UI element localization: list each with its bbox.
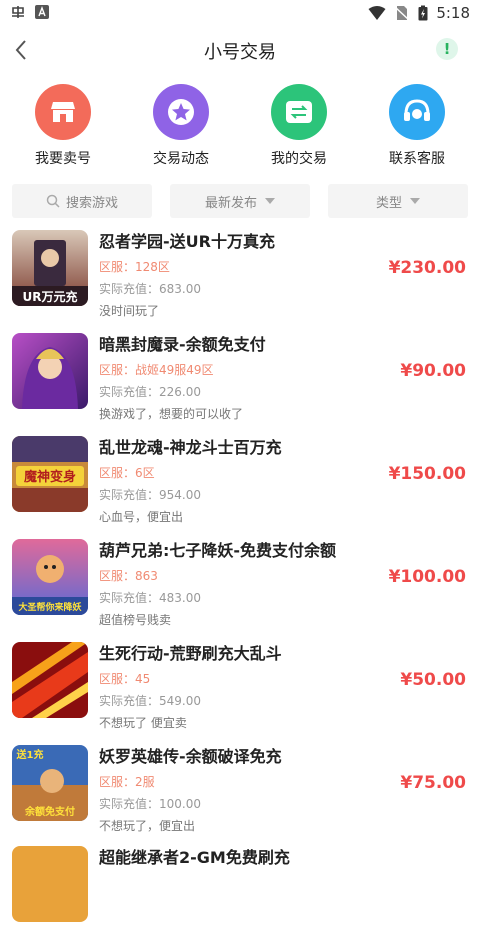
listing-title: 葫芦兄弟:七子降妖-免费支付余额 — [99, 541, 337, 560]
type-dropdown[interactable]: 类型 — [328, 184, 468, 218]
listing-note: 超值榜号贱卖 — [99, 613, 172, 627]
search-placeholder: 搜索游戏 — [65, 195, 118, 211]
notice-icon[interactable]: ! — [436, 38, 458, 60]
listing-title: 忍者学园-送UR十万真充 — [99, 232, 275, 251]
thumb-caption: 魔神变身 — [24, 469, 76, 485]
listing-recharge: 实际充值：226.00 — [99, 385, 201, 399]
listing-price: ¥100.00 — [388, 567, 466, 587]
thumb-caption: 送1充 — [16, 748, 44, 761]
listing-item[interactable]: 超能继承者2-GM免费刷充 — [0, 840, 480, 942]
game-thumbnail: 送1充余额免支付 — [12, 745, 88, 821]
listing-note: 没时间玩了 — [99, 304, 160, 318]
listing-title: 暗黑封魔录-余额免支付 — [99, 335, 266, 354]
listing-price: ¥75.00 — [400, 773, 466, 793]
listing-title: 妖罗英雄传-余额破译免充 — [99, 747, 282, 766]
listing-price: ¥230.00 — [388, 258, 466, 278]
listing-title: 生死行动-荒野刷充大乱斗 — [99, 644, 282, 663]
listing-server: 区服：128区 — [99, 260, 170, 274]
status-bar: 5:18 — [0, 0, 480, 28]
quick-action-label: 我的交易 — [271, 151, 327, 167]
listing-note: 心血号，便宜出 — [99, 510, 184, 524]
listing-server: 区服：863 — [99, 569, 158, 583]
thumb-caption: 大圣帮你来降妖 — [18, 601, 82, 613]
sort-dropdown[interactable]: 最新发布 — [170, 184, 310, 218]
search-game-box[interactable]: 搜索游戏 — [12, 184, 152, 218]
listing-price: ¥50.00 — [400, 670, 466, 690]
listing-server: 区服：2服 — [99, 775, 155, 789]
game-thumbnail — [12, 846, 88, 922]
listing-recharge: 实际充值：549.00 — [99, 694, 201, 708]
listing-recharge: 实际充值：100.00 — [99, 797, 201, 811]
headset-icon — [389, 84, 445, 140]
listing-server: 区服：6区 — [99, 466, 155, 480]
listing-item[interactable]: 生死行动-荒野刷充大乱斗 区服：45 实际充值：549.00 不想玩了 便宜卖 … — [0, 636, 480, 738]
font-icon — [35, 5, 49, 19]
wifi-icon — [368, 6, 386, 20]
game-thumbnail — [12, 642, 88, 718]
app-icon — [12, 6, 24, 18]
listing-recharge: 实际充值：954.00 — [99, 488, 201, 502]
store-icon — [35, 84, 91, 140]
listing-recharge: 实际充值：483.00 — [99, 591, 201, 605]
quick-actions: 我要卖号 交易动态 我的交易 联系客服 — [0, 84, 480, 172]
quick-action-label: 联系客服 — [389, 151, 445, 167]
sort-label: 最新发布 — [204, 195, 257, 211]
quick-action-support[interactable]: 联系客服 — [362, 84, 472, 168]
listing-price: ¥150.00 — [388, 464, 466, 484]
battery-charging-icon — [418, 5, 428, 21]
quick-action-label: 交易动态 — [153, 151, 209, 167]
game-thumbnail: 魔神变身 — [12, 436, 88, 512]
listing-server: 区服：45 — [99, 672, 151, 686]
top-nav: 小号交易 ! — [0, 28, 480, 72]
listing-note: 不想玩了 便宜卖 — [99, 716, 187, 730]
chevron-down-icon — [265, 198, 275, 204]
listing-item[interactable]: 送1充 余额免支付 妖罗英雄传-余额破译免充 区服：2服 实际充值：100.00 … — [0, 739, 480, 841]
type-label: 类型 — [375, 195, 402, 211]
page-title: 小号交易 — [204, 42, 276, 63]
filter-bar: 搜索游戏 最新发布 类型 — [12, 184, 468, 218]
search-icon — [46, 194, 60, 208]
clock: 5:18 — [436, 4, 470, 22]
listing-item[interactable]: 魔神变身 乱世龙魂-神龙斗士百万充 区服：6区 实际充值：954.00 心血号，… — [0, 430, 480, 532]
game-thumbnail: UR万元充 — [12, 230, 88, 306]
game-thumbnail: 大圣帮你来降妖 — [12, 539, 88, 615]
thumb-caption: UR万元充 — [23, 289, 78, 304]
quick-action-label: 我要卖号 — [35, 151, 91, 167]
listing-title: 超能继承者2-GM免费刷充 — [99, 848, 290, 867]
listing-item[interactable]: 暗黑封魔录-余额免支付 区服：战姬49服49区 实际充值：226.00 换游戏了… — [0, 327, 480, 429]
listing-title: 乱世龙魂-神龙斗士百万充 — [99, 438, 282, 457]
quick-action-my-trades[interactable]: 我的交易 — [244, 84, 354, 168]
quick-action-trade-news[interactable]: 交易动态 — [126, 84, 236, 168]
thumb-caption: 余额免支付 — [24, 805, 75, 818]
game-thumbnail — [12, 333, 88, 409]
listing-recharge: 实际充值：683.00 — [99, 282, 201, 296]
quick-action-sell[interactable]: 我要卖号 — [8, 84, 118, 168]
exchange-icon — [271, 84, 327, 140]
listing-item[interactable]: UR万元充 忍者学园-送UR十万真充 区服：128区 实际充值：683.00 没… — [0, 224, 480, 326]
listing-item[interactable]: 大圣帮你来降妖 葫芦兄弟:七子降妖-免费支付余额 区服：863 实际充值：483… — [0, 533, 480, 635]
listing-note: 不想玩了，便宜出 — [99, 819, 196, 833]
star-icon — [153, 84, 209, 140]
listing-server: 区服：战姬49服49区 — [99, 363, 214, 377]
chevron-down-icon — [410, 198, 420, 204]
listing-price: ¥90.00 — [400, 361, 466, 381]
listing-note: 换游戏了，想要的可以收了 — [99, 407, 244, 421]
no-sim-icon — [394, 6, 410, 21]
